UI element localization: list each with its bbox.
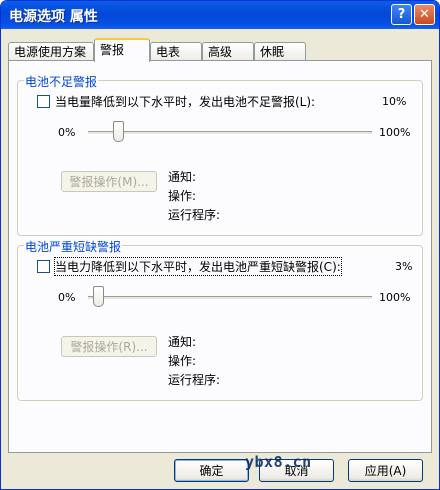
tab-power-meter[interactable]: 电表 xyxy=(150,42,202,61)
tab-power-schemes[interactable]: 电源使用方案 xyxy=(8,42,94,61)
low-battery-title: 电池不足警报 xyxy=(24,73,99,90)
low-battery-slider-max: 100% xyxy=(379,126,411,139)
critical-battery-checkbox-label[interactable]: 当电力降低到以下水平时，发出电池严重短缺警报(C): xyxy=(54,257,342,276)
low-battery-slider-thumb[interactable] xyxy=(112,121,124,142)
critical-battery-action-label: 操作: xyxy=(168,354,197,368)
low-battery-checkbox-label[interactable]: 当电量降低到以下水平时，发出电池不足警报(L): xyxy=(55,93,315,110)
low-battery-checkbox[interactable] xyxy=(37,95,50,108)
window-title: 电源选项 属性 xyxy=(9,9,98,25)
apply-button[interactable]: 应用(A) xyxy=(348,459,423,482)
critical-battery-slider-thumb[interactable] xyxy=(93,286,105,307)
tab-advanced[interactable]: 高级 xyxy=(202,42,254,61)
low-battery-alarm-action-button[interactable]: 警报操作(M)... xyxy=(61,171,157,192)
critical-battery-checkbox[interactable] xyxy=(37,260,50,273)
ok-button[interactable]: 确定 xyxy=(174,459,249,482)
low-battery-run-label: 运行程序: xyxy=(168,208,221,222)
help-button[interactable]: ? xyxy=(391,4,412,25)
critical-battery-value: 3% xyxy=(395,260,413,273)
critical-battery-notify-label: 通知: xyxy=(168,335,197,349)
tab-alarms[interactable]: 警报 xyxy=(94,38,150,62)
low-battery-group: 电池不足警报 当电量降低到以下水平时，发出电池不足警报(L): 10% 0% 1… xyxy=(17,73,423,236)
critical-battery-title: 电池严重短缺警报 xyxy=(24,238,123,255)
critical-battery-group: 电池严重短缺警报 当电力降低到以下水平时，发出电池严重短缺警报(C): 3% 0… xyxy=(17,238,423,401)
tab-hibernate[interactable]: 休眠 xyxy=(254,42,306,61)
critical-battery-slider-track[interactable] xyxy=(88,296,372,300)
low-battery-action-label: 操作: xyxy=(168,189,197,203)
low-battery-value: 10% xyxy=(382,95,407,108)
critical-battery-slider-max: 100% xyxy=(379,291,411,304)
tab-panel-alarms: 电池不足警报 当电量降低到以下水平时，发出电池不足警报(L): 10% 0% 1… xyxy=(8,60,432,453)
low-battery-slider-track[interactable] xyxy=(88,131,372,135)
critical-battery-slider-min: 0% xyxy=(58,291,76,304)
close-button[interactable]: ✕ xyxy=(414,4,435,25)
watermark: ybx8.cn xyxy=(245,453,312,471)
title-bar[interactable]: 电源选项 属性 ? ✕ xyxy=(1,1,439,29)
critical-battery-alarm-action-button[interactable]: 警报操作(R)... xyxy=(61,336,157,357)
critical-battery-run-label: 运行程序: xyxy=(168,373,221,387)
low-battery-slider-min: 0% xyxy=(58,126,76,139)
dialog-window: 电源选项 属性 ? ✕ 电源使用方案 警报 电表 高级 休眠 电池不足警报 当电… xyxy=(0,0,440,490)
low-battery-notify-label: 通知: xyxy=(168,170,197,184)
